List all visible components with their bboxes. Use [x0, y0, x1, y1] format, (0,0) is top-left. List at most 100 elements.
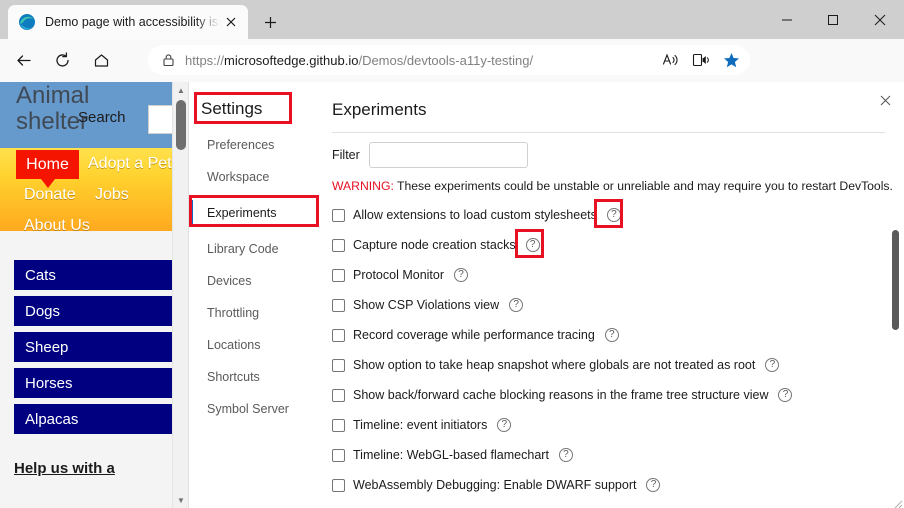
site-nav: Home Adopt a Pet Donate Jobs About Us	[0, 148, 172, 231]
list-item[interactable]: Horses	[14, 368, 172, 398]
page-scrollbar[interactable]: ▲ ▼	[172, 82, 188, 508]
browser-window: Demo page with accessibility issues	[0, 0, 904, 508]
experiment-checkbox[interactable]	[332, 418, 345, 432]
maximize-button[interactable]	[810, 0, 856, 39]
experiments-list: Allow extensions to load custom styleshe…	[332, 200, 892, 500]
site-header: Animal shelter Search	[0, 82, 172, 148]
question-mark-icon[interactable]: ?	[558, 448, 573, 462]
experiment-row[interactable]: Protocol Monitor ?	[332, 260, 892, 290]
sidebar-item-label: Preferences	[207, 137, 275, 152]
experiment-checkbox[interactable]	[332, 298, 345, 312]
immersive-reader-icon[interactable]	[686, 47, 716, 73]
panel-scrollbar-thumb[interactable]	[892, 230, 899, 330]
warning-message: These experiments could be unstable or u…	[393, 179, 893, 193]
edge-logo-icon	[18, 13, 36, 31]
experiment-row[interactable]: Show CSP Violations view ?	[332, 290, 892, 320]
sidebar-item-library-code[interactable]: Library Code	[189, 234, 324, 263]
page-footer-heading: Help us with a	[0, 446, 172, 477]
refresh-icon[interactable]	[46, 45, 78, 77]
sidebar-item-symbol-server[interactable]: Symbol Server	[189, 394, 324, 423]
nav-item-jobs[interactable]: Jobs	[95, 186, 129, 204]
experiment-label: Protocol Monitor	[353, 268, 445, 282]
home-icon[interactable]	[85, 45, 117, 77]
sidebar-item-preferences[interactable]: Preferences	[189, 130, 324, 159]
list-item[interactable]: Cats	[14, 260, 172, 290]
annotation-box-settings-title	[194, 92, 292, 124]
annotation-box-capture-node-help	[515, 229, 544, 258]
experiment-label: Show option to take heap snapshot where …	[353, 358, 756, 372]
sidebar-item-label: Throttling	[207, 305, 260, 320]
experiment-checkbox[interactable]	[332, 358, 345, 372]
experiment-checkbox[interactable]	[332, 388, 345, 402]
sidebar-item-label: Locations	[207, 337, 261, 352]
experiment-label: Capture node creation stacks	[353, 238, 516, 252]
experiment-checkbox[interactable]	[332, 448, 345, 462]
new-tab-button[interactable]	[256, 9, 284, 35]
search-input[interactable]	[148, 105, 172, 134]
nav-item-about-us[interactable]: About Us	[24, 217, 90, 231]
tab-close-icon[interactable]	[220, 11, 242, 33]
title-bar: Demo page with accessibility issues	[0, 0, 904, 39]
question-mark-icon[interactable]: ?	[765, 358, 780, 372]
resize-grip[interactable]	[893, 496, 903, 508]
nav-item-adopt-a-pet[interactable]: Adopt a Pet	[88, 155, 172, 173]
experiment-label: Timeline: event initiators	[353, 418, 488, 432]
experiment-label: Show back/forward cache blocking reasons…	[353, 388, 769, 402]
experiment-checkbox[interactable]	[332, 268, 345, 282]
divider	[332, 132, 885, 133]
sidebar-item-label: Workspace	[207, 169, 270, 184]
experiment-checkbox[interactable]	[332, 328, 345, 342]
experiment-row[interactable]: Timeline: WebGL-based flamechart ?	[332, 440, 892, 470]
filter-row: Filter	[332, 142, 528, 168]
close-icon[interactable]	[874, 89, 896, 111]
sidebar-item-label: Shortcuts	[207, 369, 260, 384]
nav-item-donate[interactable]: Donate	[24, 186, 76, 204]
web-page-content: Animal shelter Search Home Adopt a Pet D…	[0, 82, 188, 508]
question-mark-icon[interactable]: ?	[646, 478, 661, 492]
experiment-checkbox[interactable]	[332, 238, 345, 252]
sidebar-item-locations[interactable]: Locations	[189, 330, 324, 359]
list-item[interactable]: Alpacas	[14, 404, 172, 434]
experiment-row[interactable]: Timeline: event initiators ?	[332, 410, 892, 440]
address-bar-url: https://microsoftedge.github.io/Demos/de…	[185, 52, 534, 68]
experiment-checkbox[interactable]	[332, 208, 345, 222]
sidebar-item-label: Symbol Server	[207, 401, 289, 416]
list-item[interactable]: Dogs	[14, 296, 172, 326]
star-icon[interactable]	[716, 47, 746, 73]
browser-tab[interactable]: Demo page with accessibility issues	[8, 5, 248, 39]
sidebar-item-throttling[interactable]: Throttling	[189, 298, 324, 327]
back-arrow-icon[interactable]	[7, 45, 39, 77]
minimize-button[interactable]	[764, 0, 810, 39]
sidebar-item-shortcuts[interactable]: Shortcuts	[189, 362, 324, 391]
experiment-row[interactable]: Record coverage while performance tracin…	[332, 320, 892, 350]
question-mark-icon[interactable]: ?	[454, 268, 469, 282]
content-spacer	[0, 231, 172, 260]
sidebar-item-label: Devices	[207, 273, 252, 288]
sidebar-item-workspace[interactable]: Workspace	[189, 162, 324, 191]
experiment-label: Record coverage while performance tracin…	[353, 328, 595, 342]
chevron-up-icon[interactable]: ▲	[173, 82, 189, 98]
experiment-row[interactable]: Show back/forward cache blocking reasons…	[332, 380, 892, 410]
experiment-row[interactable]: WebAssembly Debugging: Enable DWARF supp…	[332, 470, 892, 500]
list-item[interactable]: Sheep	[14, 332, 172, 362]
read-aloud-icon[interactable]	[656, 47, 686, 73]
experiment-row[interactable]: Capture node creation stacks ?	[332, 230, 892, 260]
filter-input[interactable]	[368, 142, 528, 168]
sidebar-item-devices[interactable]: Devices	[189, 266, 324, 295]
experiment-label: WebAssembly Debugging: Enable DWARF supp…	[353, 478, 637, 492]
experiment-row[interactable]: Show option to take heap snapshot where …	[332, 350, 892, 380]
window-close-button[interactable]	[856, 0, 904, 39]
scrollbar-thumb[interactable]	[176, 100, 186, 150]
settings-sidebar: Settings Preferences Workspace Experimen…	[189, 82, 324, 508]
experiment-label: Allow extensions to load custom styleshe…	[353, 208, 597, 222]
question-mark-icon[interactable]: ?	[604, 328, 619, 342]
experiment-checkbox[interactable]	[332, 478, 345, 492]
nav-item-home[interactable]: Home	[16, 150, 79, 188]
animal-category-list: Cats Dogs Sheep Horses Alpacas	[0, 260, 172, 446]
toolbar-icon-group	[652, 45, 750, 75]
question-mark-icon[interactable]: ?	[509, 298, 524, 312]
question-mark-icon[interactable]: ?	[778, 388, 793, 402]
question-mark-icon[interactable]: ?	[497, 418, 512, 432]
experiment-label: Timeline: WebGL-based flamechart	[353, 448, 549, 462]
chevron-down-icon[interactable]: ▼	[173, 492, 189, 508]
